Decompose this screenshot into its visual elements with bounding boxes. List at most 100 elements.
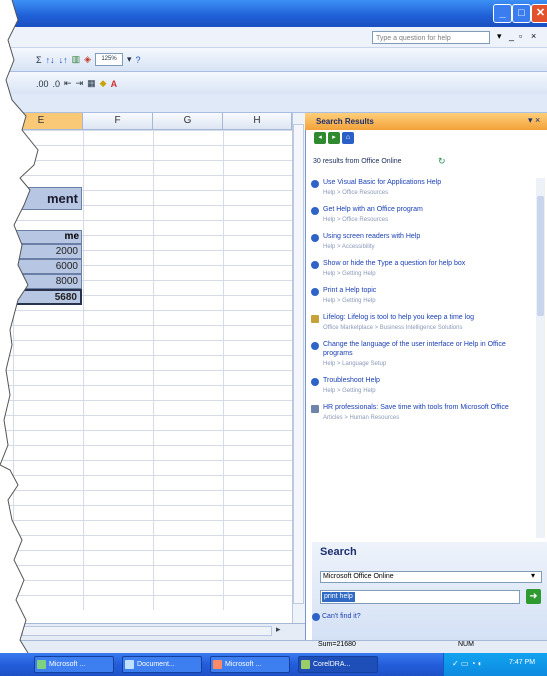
result-category: Help > Getting Help — [323, 298, 376, 304]
sort-descending-icon[interactable]: ↓↑ — [59, 55, 68, 65]
result-title[interactable]: Change the language of the user interfac… — [323, 340, 533, 358]
cant-find-link[interactable]: Can't find it? — [322, 613, 361, 620]
help-globe-icon — [311, 378, 319, 386]
chart-wizard-icon[interactable]: ▥ — [72, 54, 81, 65]
doc-close-icon[interactable]: × — [531, 31, 536, 41]
fill-color-icon[interactable]: ◆ — [100, 78, 107, 89]
result-category: Help > Office Resources — [323, 190, 389, 196]
help-globe-icon — [311, 180, 319, 188]
zoom-select[interactable]: 125% — [95, 53, 124, 66]
result-category: Help > Getting Help — [323, 271, 376, 277]
decrease-indent-icon[interactable]: ⇤ — [64, 78, 72, 89]
result-title[interactable]: Get Help with an Office program — [323, 205, 423, 214]
value-cell[interactable]: 8000 — [0, 274, 82, 289]
maximize-button[interactable]: □ — [512, 4, 531, 23]
result-category: Help > Language Setup — [323, 361, 387, 367]
taskbar-button-label: Microsoft ... — [49, 661, 86, 668]
pane-menu-icon[interactable]: ▾ × — [528, 115, 540, 126]
result-title[interactable]: Lifelog: Lifelog is tool to help you kee… — [323, 313, 474, 322]
result-title[interactable]: Using screen readers with Help — [323, 232, 420, 241]
list-item[interactable]: HR professionals: Save time with tools f… — [311, 403, 533, 422]
ask-question-input[interactable]: Type a question for help — [372, 31, 490, 44]
coreldraw-icon — [301, 660, 310, 669]
result-category: Office Marketplace > Business Intelligen… — [323, 325, 463, 331]
list-item[interactable]: Use Visual Basic for Applications Help He… — [311, 178, 533, 197]
office-online-icon: ↻ — [438, 156, 446, 166]
minimize-button[interactable]: _ — [493, 4, 512, 23]
vertical-scroll-thumb[interactable] — [293, 124, 304, 604]
list-item[interactable]: Change the language of the user interfac… — [311, 340, 533, 368]
sort-ascending-icon[interactable]: ↑↓ — [46, 55, 55, 65]
value-cell[interactable]: 2000 — [0, 244, 82, 259]
result-title[interactable]: Show or hide the Type a question for hel… — [323, 259, 465, 268]
toolbar-area — [0, 94, 547, 113]
column-header-f[interactable]: F — [83, 113, 153, 130]
sum-icon[interactable]: Σ — [36, 55, 42, 65]
taskbar-button[interactable]: Microsoft ... — [34, 656, 114, 673]
list-item[interactable]: Troubleshoot Help Help > Getting Help — [311, 376, 533, 395]
scroll-right-icon[interactable]: ▸ — [276, 624, 281, 635]
result-category: Help > Accessibility — [323, 244, 375, 250]
increase-indent-icon[interactable]: ⇥ — [76, 78, 84, 89]
drawing-icon[interactable]: ◈ — [84, 54, 91, 65]
list-item[interactable]: Print a Help topic Help > Getting Help — [311, 286, 533, 305]
increase-decimal-icon[interactable]: .0 — [53, 79, 61, 89]
scope-dropdown-icon[interactable]: ▾ — [531, 571, 535, 580]
standard-toolbar-icons: Σ ↑↓ ↓↑ ▥ ◈ 125% ▾ ? — [36, 48, 141, 71]
zoom-dropdown-icon[interactable]: ▾ — [127, 54, 132, 65]
doc-restore-icon[interactable]: ▫ — [519, 31, 522, 41]
scroll-left-icon[interactable]: ◂ — [12, 624, 17, 635]
result-category: Articles > Human Resources — [323, 415, 400, 421]
go-arrow-icon[interactable]: ➜ — [526, 589, 541, 604]
list-item[interactable]: Lifelog: Lifelog is tool to help you kee… — [311, 313, 533, 332]
formatting-toolbar-icons: .00 .0 ⇤ ⇥ ▦ ◆ A — [36, 72, 117, 95]
article-icon — [311, 405, 319, 413]
help-globe-icon — [311, 288, 319, 296]
tray-icons[interactable]: ✓ ▭ ◔ ◐ — [452, 659, 483, 668]
status-sum: Sum=21680 — [318, 641, 356, 648]
list-item[interactable]: Get Help with an Office program Help > Of… — [311, 205, 533, 224]
list-item[interactable]: Show or hide the Type a question for hel… — [311, 259, 533, 278]
forward-icon[interactable]: ▸ — [328, 132, 340, 144]
column-header-g[interactable]: G — [153, 113, 223, 130]
total-cell[interactable]: 5680 — [0, 289, 82, 305]
taskbar-button-label: Document... — [137, 661, 175, 668]
result-count: 30 results from Office Online — [313, 158, 402, 165]
help-icon[interactable]: ? — [136, 55, 141, 65]
pane-scroll-thumb[interactable] — [537, 196, 544, 316]
list-item[interactable]: Using screen readers with Help Help > Acc… — [311, 232, 533, 251]
result-title[interactable]: HR professionals: Save time with tools f… — [323, 403, 509, 412]
result-title[interactable]: Use Visual Basic for Applications Help — [323, 178, 441, 187]
decrease-decimal-icon[interactable]: .00 — [36, 79, 49, 89]
font-color-icon[interactable]: A — [111, 79, 118, 89]
taskbar-button[interactable]: Document... — [122, 656, 202, 673]
taskbar-button[interactable]: Microsoft ... — [210, 656, 290, 673]
taskbar-button-label: CorelDRA... — [313, 661, 351, 668]
home-icon[interactable]: ⌂ — [342, 132, 354, 144]
search-scope-select[interactable]: Microsoft Office Online — [320, 571, 542, 583]
table-header-cell[interactable]: me — [0, 230, 82, 244]
value-cell[interactable]: 6000 — [0, 259, 82, 274]
column-header-h[interactable]: H — [223, 113, 292, 130]
help-globe-icon — [311, 207, 319, 215]
powerpoint-icon — [213, 660, 222, 669]
doc-minimize-icon[interactable]: _ — [509, 31, 514, 41]
result-category: Help > Office Resources — [323, 217, 389, 223]
back-icon[interactable]: ◂ — [314, 132, 326, 144]
ask-dropdown-icon[interactable]: ▾ — [497, 31, 502, 42]
search-heading: Search — [320, 546, 357, 558]
word-icon — [125, 660, 134, 669]
search-query-text[interactable]: print help — [322, 592, 355, 602]
borders-icon[interactable]: ▦ — [87, 78, 96, 89]
result-title[interactable]: Print a Help topic — [323, 286, 376, 295]
column-header-e[interactable]: E — [0, 113, 83, 130]
clock: 7:47 PM — [509, 659, 536, 666]
table-title-cell[interactable]: ment — [0, 187, 82, 210]
marketplace-icon — [311, 315, 319, 323]
close-button[interactable]: ✕ — [531, 4, 547, 23]
result-title[interactable]: Troubleshoot Help — [323, 376, 380, 385]
taskbar-button[interactable]: CorelDRA... — [298, 656, 378, 673]
search-results-list: Use Visual Basic for Applications Help He… — [311, 178, 533, 430]
horizontal-scrollbar[interactable] — [22, 626, 272, 636]
excel-icon — [37, 660, 46, 669]
